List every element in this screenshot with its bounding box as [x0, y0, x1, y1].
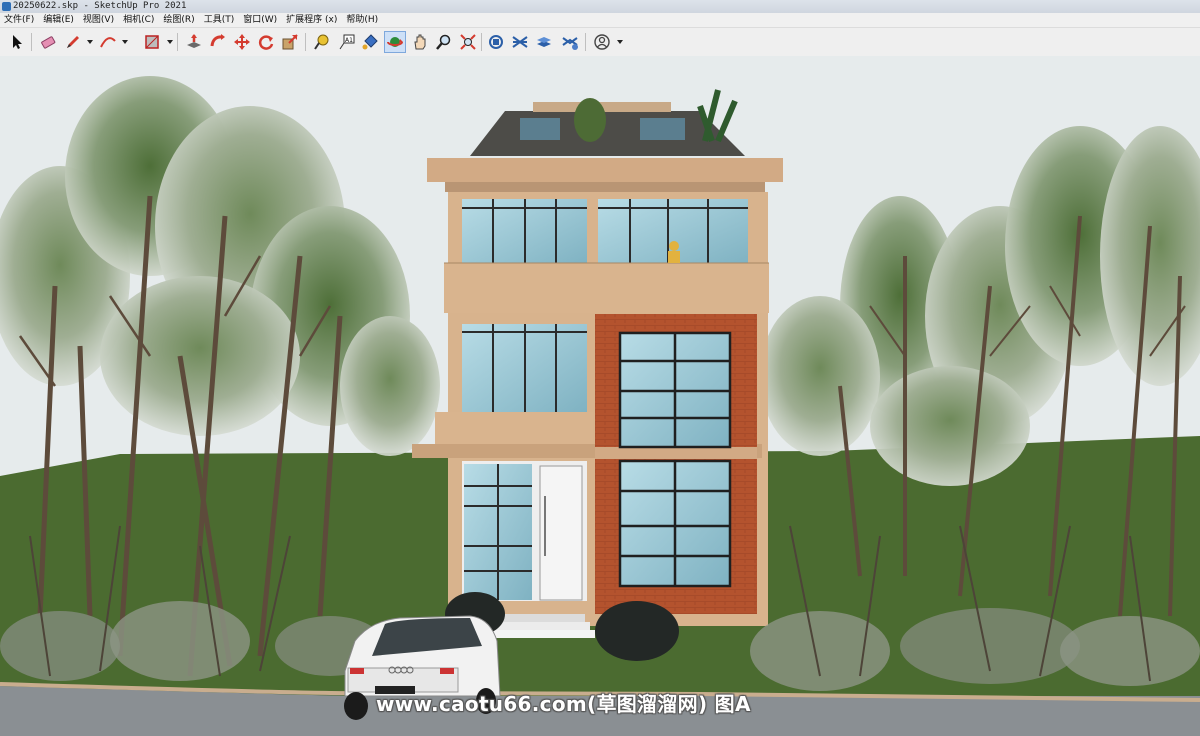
follow-me-icon[interactable]: [207, 31, 229, 53]
pencil-line-icon[interactable]: [62, 31, 84, 53]
watermark-text: www.caotu66.com(草图溜溜网) 图A: [376, 692, 751, 716]
arc-dropdown-icon[interactable]: [122, 40, 128, 44]
title-bar: 20250622.skp - SketchUp Pro 2021: [0, 0, 1200, 14]
text-icon[interactable]: A1: [335, 31, 357, 53]
extension-warehouse-icon[interactable]: [509, 31, 531, 53]
arc-icon[interactable]: [97, 31, 119, 53]
select-icon[interactable]: [6, 31, 28, 53]
rotate-icon[interactable]: [255, 31, 277, 53]
text-tool-label: A1: [345, 37, 353, 44]
layout-icon[interactable]: [533, 31, 555, 53]
model-viewport[interactable]: www.caotu66.com(草图溜溜网) 图A: [0, 56, 1200, 736]
menu-extensions[interactable]: 扩展程序 (x): [282, 13, 342, 27]
account-dropdown-icon[interactable]: [617, 40, 623, 44]
warehouse-icon[interactable]: [485, 31, 507, 53]
menu-view[interactable]: 视图(V): [79, 13, 119, 27]
menu-help[interactable]: 帮助(H): [342, 13, 383, 27]
main-toolbar: A1: [0, 27, 1200, 57]
figure: [669, 241, 679, 251]
toolbar-separator: [177, 33, 178, 51]
zoom-extents-icon[interactable]: [457, 31, 479, 53]
house-model[interactable]: [412, 89, 783, 661]
menu-bar: 文件(F) 编辑(E) 视图(V) 相机(C) 绘图(R) 工具(T) 窗口(W…: [0, 13, 1200, 27]
pencil-dropdown-icon[interactable]: [87, 40, 93, 44]
scale-icon[interactable]: [279, 31, 301, 53]
toolbar-separator: [31, 33, 32, 51]
menu-draw[interactable]: 绘图(R): [159, 13, 199, 27]
orbit-icon[interactable]: [384, 31, 406, 53]
zoom-icon[interactable]: [433, 31, 455, 53]
push-pull-icon[interactable]: [183, 31, 205, 53]
tape-measure-icon[interactable]: [311, 31, 333, 53]
rectangle-icon[interactable]: [141, 31, 163, 53]
move-icon[interactable]: [231, 31, 253, 53]
account-icon[interactable]: [591, 31, 613, 53]
roof-plant: [574, 98, 606, 142]
toolbar-separator: [481, 33, 482, 51]
window-title: 20250622.skp - SketchUp Pro 2021: [13, 1, 187, 11]
toolbar-separator: [305, 33, 306, 51]
paint-bucket-icon[interactable]: [359, 31, 381, 53]
menu-file[interactable]: 文件(F): [0, 13, 39, 27]
menu-tools[interactable]: 工具(T): [200, 13, 240, 27]
scene-render: [0, 56, 1200, 736]
menu-edit[interactable]: 编辑(E): [39, 13, 79, 27]
eraser-icon[interactable]: [37, 31, 59, 53]
pan-icon[interactable]: [409, 31, 431, 53]
rectangle-dropdown-icon[interactable]: [167, 40, 173, 44]
menu-window[interactable]: 窗口(W): [239, 13, 282, 27]
extension-manager-icon[interactable]: [559, 31, 581, 53]
toolbar-separator: [585, 33, 586, 51]
shrub: [595, 601, 679, 661]
menu-camera[interactable]: 相机(C): [119, 13, 159, 27]
sketchup-app-icon: [2, 2, 11, 11]
